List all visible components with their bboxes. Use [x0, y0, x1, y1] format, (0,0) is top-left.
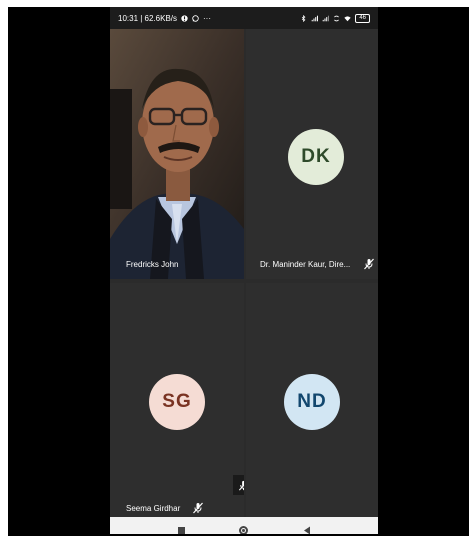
home-icon: [239, 526, 249, 534]
avatar: ND: [284, 374, 340, 430]
more-indicator: ···: [203, 13, 212, 23]
recents-button[interactable]: [171, 521, 191, 534]
participant-name: Dr. Maninder Kaur, Dire...: [260, 260, 351, 269]
mic-muted-icon: [364, 258, 374, 270]
whatsapp-icon: [192, 14, 199, 22]
status-right: 46: [300, 13, 370, 23]
recents-icon: [177, 527, 185, 534]
notification-icon: [181, 14, 188, 22]
mic-muted-icon: [238, 480, 244, 490]
participant-tile-maninder-kaur[interactable]: DK Dr. Maninder Kaur, Dire...: [246, 29, 378, 279]
signal-icon: [312, 15, 319, 21]
data-saver-icon: [334, 15, 340, 21]
participant-video-feed: [110, 29, 244, 279]
status-bar: 10:31 | 62.6KB/s ··· 46: [110, 7, 378, 29]
participant-tile-nd[interactable]: ND: [246, 283, 378, 517]
participant-name: Fredricks John: [126, 260, 179, 269]
wifi-icon: [344, 15, 351, 21]
phone-screen: 10:31 | 62.6KB/s ··· 46 Fredricks John D…: [110, 7, 378, 534]
participant-name: Seema Girdhar: [126, 504, 181, 513]
home-button[interactable]: [234, 521, 254, 534]
back-button[interactable]: [297, 521, 317, 534]
avatar: SG: [149, 374, 205, 430]
avatar: DK: [288, 129, 344, 185]
mic-toggle[interactable]: [233, 475, 244, 495]
participant-tile-seema-girdhar[interactable]: SG Seema Girdhar: [110, 283, 244, 517]
status-time: 10:31 | 62.6KB/s: [118, 13, 178, 23]
battery-indicator: 46: [355, 13, 370, 23]
mic-muted-icon: [193, 502, 203, 514]
navigation-bar: [110, 517, 378, 534]
participant-tile-fredricks-john[interactable]: Fredricks John: [110, 29, 244, 279]
signal-icon: [323, 15, 330, 21]
back-icon: [303, 526, 310, 534]
status-left: 10:31 | 62.6KB/s ···: [118, 14, 211, 23]
bluetooth-icon: [302, 14, 306, 22]
